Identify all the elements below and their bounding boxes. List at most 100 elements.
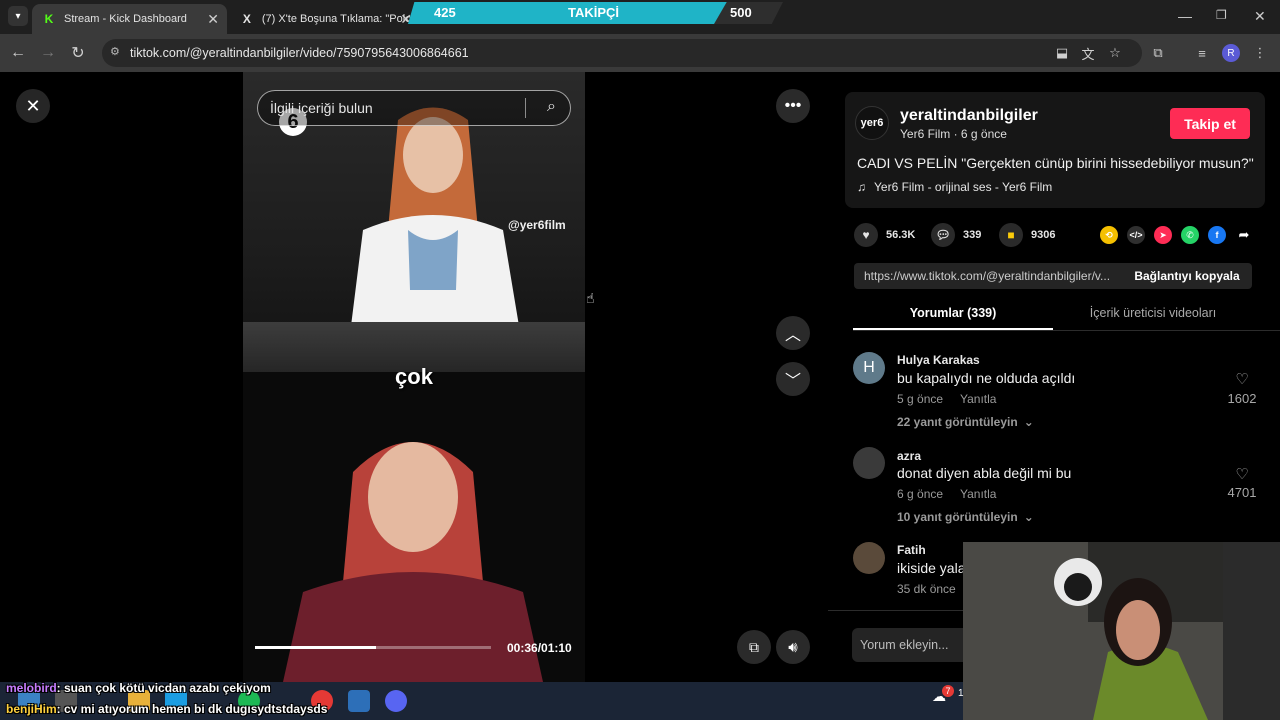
woman-bottom-figure <box>283 442 543 682</box>
more-options-button[interactable]: ••• <box>776 89 810 123</box>
woman-top-figure <box>348 107 523 350</box>
save-button[interactable]: ■ 9306 <box>999 223 1056 247</box>
streamer-webcam <box>963 542 1280 720</box>
comment-like-icon[interactable]: ♡ <box>1222 370 1262 388</box>
chat-message: : cv mi atıyorum hemen bi dk dugısydtstd… <box>56 702 328 716</box>
heart-icon: ♥ <box>854 223 878 247</box>
close-icon[interactable]: ✕ <box>207 11 219 28</box>
tray-text: 1 <box>958 688 964 699</box>
reload-icon[interactable]: ↻ <box>68 43 88 63</box>
view-replies-button[interactable]: 10 yanıt görüntüleyin ⌄ <box>897 510 1034 524</box>
floating-player-button[interactable]: ⧉ <box>737 630 771 664</box>
x-icon: X <box>242 12 251 26</box>
back-icon[interactable]: ← <box>8 43 28 63</box>
reply-button[interactable]: Yanıtla <box>960 487 996 501</box>
whatsapp-icon[interactable]: ✆ <box>1181 226 1199 244</box>
mouse-cursor: ☝ <box>586 290 595 306</box>
url-text: tiktok.com/@yeraltindanbilgiler/video/75… <box>130 46 469 60</box>
follower-goal-bar: 425 TAKİPÇİ 500 <box>408 2 783 24</box>
search-placeholder: İlgili içeriği bulun <box>270 100 373 116</box>
comment-count: 339 <box>963 229 982 241</box>
app-icon[interactable] <box>348 690 370 712</box>
video-progress-bar[interactable] <box>255 646 491 649</box>
tab-x[interactable]: X (7) X'te Boşuna Tıklama: "Polon ✕ <box>230 4 420 34</box>
comment-time: 35 dk önce <box>897 582 956 596</box>
send-icon[interactable]: ➤ <box>1154 226 1172 244</box>
address-bar: ← → ↻ ⚙ tiktok.com/@yeraltindanbilgiler/… <box>0 34 1280 72</box>
comment-author[interactable]: azra <box>897 449 921 463</box>
video-watermark: @yer6film <box>508 218 566 232</box>
share-icon[interactable]: ➦ <box>1235 226 1253 244</box>
minimize-button[interactable]: — <box>1178 8 1192 24</box>
comment-avatar[interactable] <box>853 542 885 574</box>
comment-input[interactable]: Yorum ekleyin... <box>852 628 972 662</box>
music-note-icon: ♫ <box>857 180 866 194</box>
video-player[interactable]: @yer6film 6 çok <box>243 72 585 682</box>
tab-search-button[interactable]: ▾ <box>8 6 28 26</box>
tab-title: Stream - Kick Dashboard <box>64 13 187 25</box>
close-video-button[interactable]: ✕ <box>16 89 50 123</box>
install-app-icon[interactable]: ⬓ <box>1052 43 1072 63</box>
chat-line: melobird: suan çok kötü vicdan azabı çek… <box>6 681 271 695</box>
comment-author[interactable]: Fatih <box>897 543 926 557</box>
save-count: 9306 <box>1031 229 1056 241</box>
comment-text: bu kapalıydı ne olduda açıldı <box>897 370 1076 386</box>
goal-target: 500 <box>730 5 752 20</box>
related-search-input[interactable]: İlgili içeriği bulun ⌕ <box>257 90 571 126</box>
browser-menu-icon[interactable]: ⋮ <box>1250 43 1270 63</box>
profile-avatar[interactable]: R <box>1222 44 1240 62</box>
facebook-icon[interactable]: f <box>1208 226 1226 244</box>
comment-icon: 💬︎ <box>931 223 955 247</box>
view-replies-button[interactable]: 22 yanıt görüntüleyin ⌄ <box>897 415 1034 429</box>
copy-link-button[interactable]: Bağlantıyı kopyala <box>1122 263 1252 289</box>
url-input[interactable]: ⚙ tiktok.com/@yeraltindanbilgiler/video/… <box>102 39 1142 67</box>
discord-icon[interactable] <box>385 690 407 712</box>
window-close-button[interactable]: ✕ <box>1254 8 1266 25</box>
previous-video-button[interactable]: ︿ <box>776 316 810 350</box>
like-button[interactable]: ♥ 56.3K <box>854 223 915 247</box>
tab-creator-videos[interactable]: İçerik üreticisi videoları <box>1053 306 1253 320</box>
maximize-button[interactable]: ❐ <box>1216 8 1227 22</box>
translate-icon[interactable]: 文 <box>1078 43 1098 63</box>
comment-avatar[interactable]: H <box>853 352 885 384</box>
repost-icon[interactable]: ⟲ <box>1100 226 1118 244</box>
comment-like-count: 1602 <box>1227 391 1257 406</box>
reply-button[interactable]: Yanıtla <box>960 392 996 406</box>
sound-link[interactable]: ♫ Yer6 Film - orijinal ses - Yer6 Film <box>857 180 1052 194</box>
video-link: https://www.tiktok.com/@yeraltindanbilgi… <box>864 269 1111 283</box>
tabs-divider <box>853 330 1280 331</box>
creator-username[interactable]: yeraltindanbilgiler <box>900 107 1038 125</box>
next-video-button[interactable]: ﹀ <box>776 362 810 396</box>
search-icon[interactable]: ⌕ <box>547 98 556 116</box>
post-description: CADI VS PELİN "Gerçekten cünüp birini hi… <box>857 155 1254 171</box>
comment-avatar[interactable] <box>853 447 885 479</box>
video-frame-bottom: çok <box>243 364 585 682</box>
notification-badge: 7 <box>942 685 954 697</box>
creator-meta: Yer6 Film · 6 g önce <box>900 127 1007 141</box>
follow-button[interactable]: Takip et <box>1170 108 1250 139</box>
embed-icon[interactable]: </> <box>1127 226 1145 244</box>
comment-author[interactable]: Hulya Karakas <box>897 353 980 367</box>
comment-button[interactable]: 💬︎ 339 <box>931 223 982 247</box>
sound-name: Yer6 Film - orijinal ses - Yer6 Film <box>874 180 1053 194</box>
tab-comments[interactable]: Yorumlar (339) <box>853 306 1053 320</box>
site-info-icon[interactable]: ⚙ <box>110 45 120 58</box>
bookmark-star-icon[interactable]: ☆ <box>1105 43 1125 63</box>
chat-username: melobird <box>6 681 57 695</box>
extensions-icon[interactable]: ⧉ <box>1148 43 1168 63</box>
creator-avatar[interactable]: yer6 <box>855 106 889 140</box>
search-divider <box>525 98 526 118</box>
goal-current: 425 <box>434 5 456 20</box>
tab-kick-dashboard[interactable]: K Stream - Kick Dashboard ✕ <box>32 4 227 34</box>
active-tab-indicator <box>853 328 1053 330</box>
media-control-icon[interactable]: ≡ <box>1192 43 1212 63</box>
forward-icon[interactable]: → <box>38 43 58 63</box>
chat-line: benjiHim: cv mi atıyorum hemen bi dk dug… <box>6 702 327 716</box>
webcam-scene <box>963 542 1280 720</box>
chat-username: benjiHim <box>6 702 57 716</box>
video-link-field[interactable]: https://www.tiktok.com/@yeraltindanbilgi… <box>854 263 1252 289</box>
volume-icon[interactable]: 🔊︎ <box>776 630 810 664</box>
comment-time: 6 g önce <box>897 487 944 501</box>
kick-icon: K <box>44 12 54 26</box>
comment-like-icon[interactable]: ♡ <box>1222 465 1262 483</box>
